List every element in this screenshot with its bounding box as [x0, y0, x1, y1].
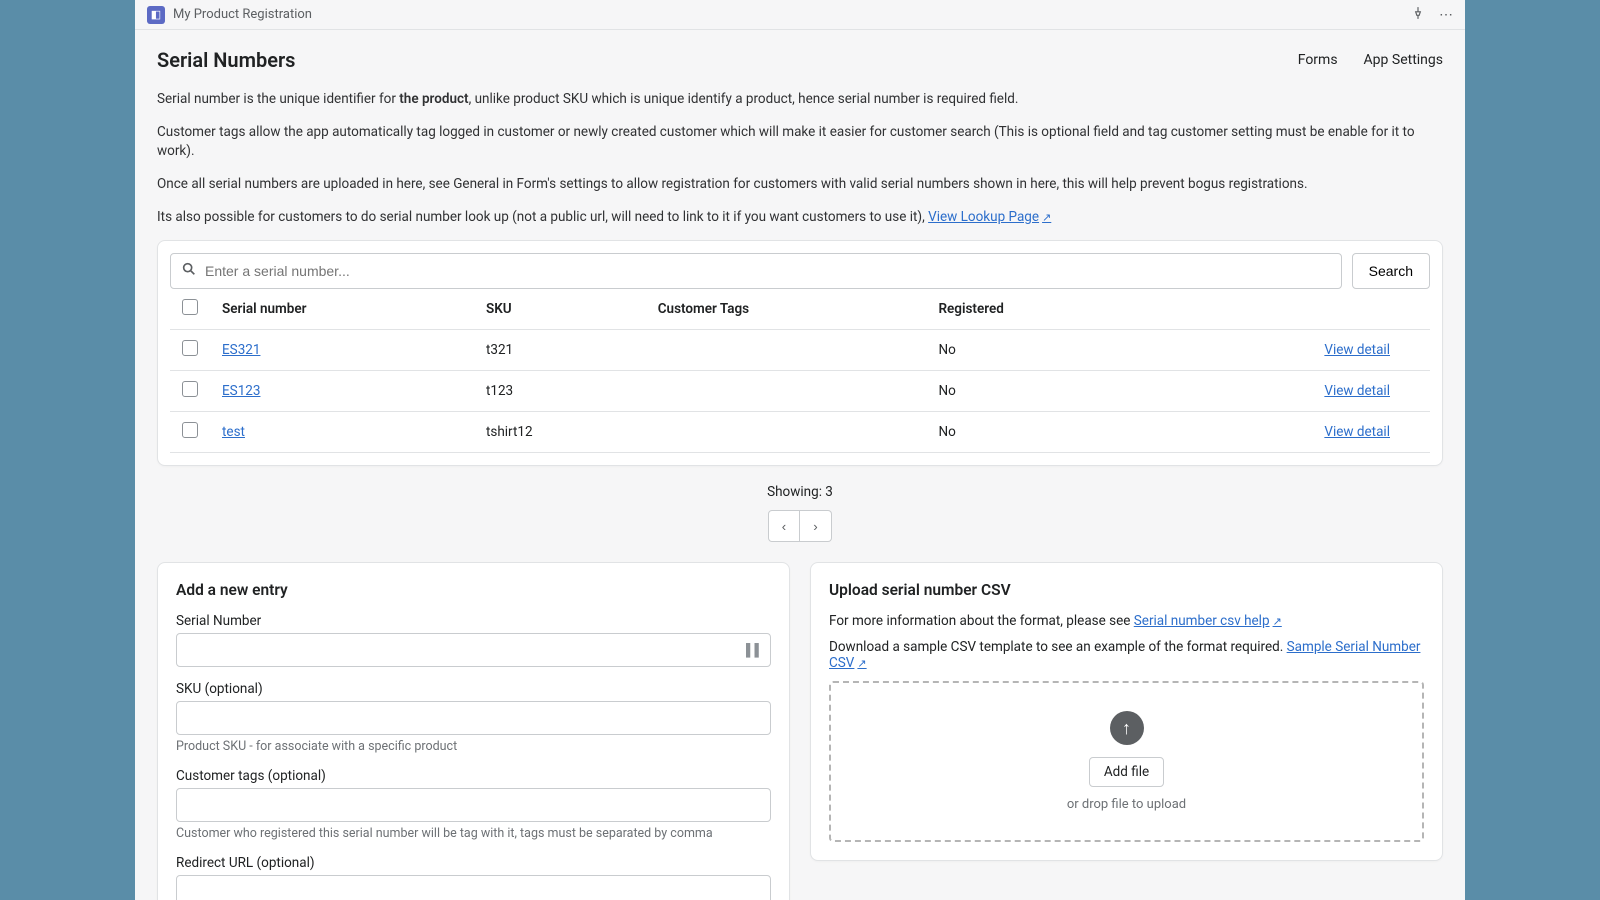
upload-icon: ↑: [1110, 711, 1144, 745]
redirect-input[interactable]: [176, 875, 771, 900]
search-button[interactable]: Search: [1352, 253, 1430, 289]
pin-icon[interactable]: [1411, 6, 1425, 24]
row-checkbox[interactable]: [182, 340, 198, 356]
external-icon: ↗: [857, 657, 866, 670]
prev-page-button[interactable]: ‹: [768, 510, 800, 542]
sku-label: SKU (optional): [176, 681, 771, 697]
next-page-button[interactable]: ›: [800, 510, 832, 542]
table-row: test tshirt12 No View detail: [170, 412, 1430, 453]
col-tags: Customer Tags: [646, 289, 927, 330]
col-registered: Registered: [926, 289, 1143, 330]
nav-app-settings[interactable]: App Settings: [1364, 52, 1443, 68]
barcode-icon[interactable]: ▌▌: [746, 643, 763, 657]
search-box: [170, 253, 1342, 289]
search-icon: [181, 261, 197, 281]
row-checkbox[interactable]: [182, 381, 198, 397]
row-checkbox[interactable]: [182, 422, 198, 438]
add-entry-title: Add a new entry: [176, 581, 771, 599]
external-icon: ↗: [1042, 211, 1051, 224]
tags-label: Customer tags (optional): [176, 768, 771, 784]
more-icon[interactable]: ⋯: [1439, 7, 1453, 23]
upload-title: Upload serial number CSV: [829, 581, 1424, 599]
redirect-label: Redirect URL (optional): [176, 855, 771, 871]
serial-link[interactable]: ES123: [222, 383, 260, 399]
serial-input[interactable]: [176, 633, 771, 667]
tags-help: Customer who registered this serial numb…: [176, 826, 771, 841]
view-detail-link[interactable]: View detail: [1324, 342, 1390, 358]
pagination: ‹ ›: [157, 510, 1443, 542]
upload-csv-card: Upload serial number CSV For more inform…: [810, 562, 1443, 861]
view-detail-link[interactable]: View detail: [1324, 383, 1390, 399]
app-icon: ◧: [147, 6, 165, 24]
serial-table: Serial number SKU Customer Tags Register…: [170, 289, 1430, 453]
file-dropzone[interactable]: ↑ Add file or drop file to upload: [829, 681, 1424, 842]
view-lookup-link[interactable]: View Lookup Page↗: [928, 209, 1051, 225]
sku-input[interactable]: [176, 701, 771, 735]
drop-text: or drop file to upload: [851, 797, 1402, 812]
chevron-left-icon: ‹: [782, 519, 786, 534]
app-name: My Product Registration: [173, 7, 312, 22]
select-all-checkbox[interactable]: [182, 299, 198, 315]
external-icon: ↗: [1273, 615, 1282, 628]
col-serial: Serial number: [210, 289, 474, 330]
search-input[interactable]: [205, 263, 1331, 279]
view-detail-link[interactable]: View detail: [1324, 424, 1390, 440]
chevron-right-icon: ›: [813, 519, 817, 534]
serial-link[interactable]: test: [222, 424, 245, 440]
sku-help: Product SKU - for associate with a speci…: [176, 739, 771, 754]
page-title: Serial Numbers: [157, 48, 295, 72]
csv-help-link[interactable]: Serial number csv help↗: [1134, 613, 1282, 629]
showing-count: Showing: 3: [157, 484, 1443, 500]
add-file-button[interactable]: Add file: [1089, 757, 1164, 787]
nav-forms[interactable]: Forms: [1298, 52, 1338, 68]
app-frame: ◧ My Product Registration ⋯ Serial Numbe…: [135, 0, 1465, 900]
table-row: ES321 t321 No View detail: [170, 330, 1430, 371]
serial-list-card: Search Serial number SKU Customer Tags R…: [157, 240, 1443, 466]
intro-text: Serial number is the unique identifier f…: [157, 90, 1443, 226]
table-row: ES123 t123 No View detail: [170, 371, 1430, 412]
title-bar: ◧ My Product Registration ⋯: [135, 0, 1465, 30]
serial-label: Serial Number: [176, 613, 771, 629]
add-entry-card: Add a new entry Serial Number ▌▌ SKU (op…: [157, 562, 790, 900]
col-sku: SKU: [474, 289, 646, 330]
serial-link[interactable]: ES321: [222, 342, 260, 358]
tags-input[interactable]: [176, 788, 771, 822]
